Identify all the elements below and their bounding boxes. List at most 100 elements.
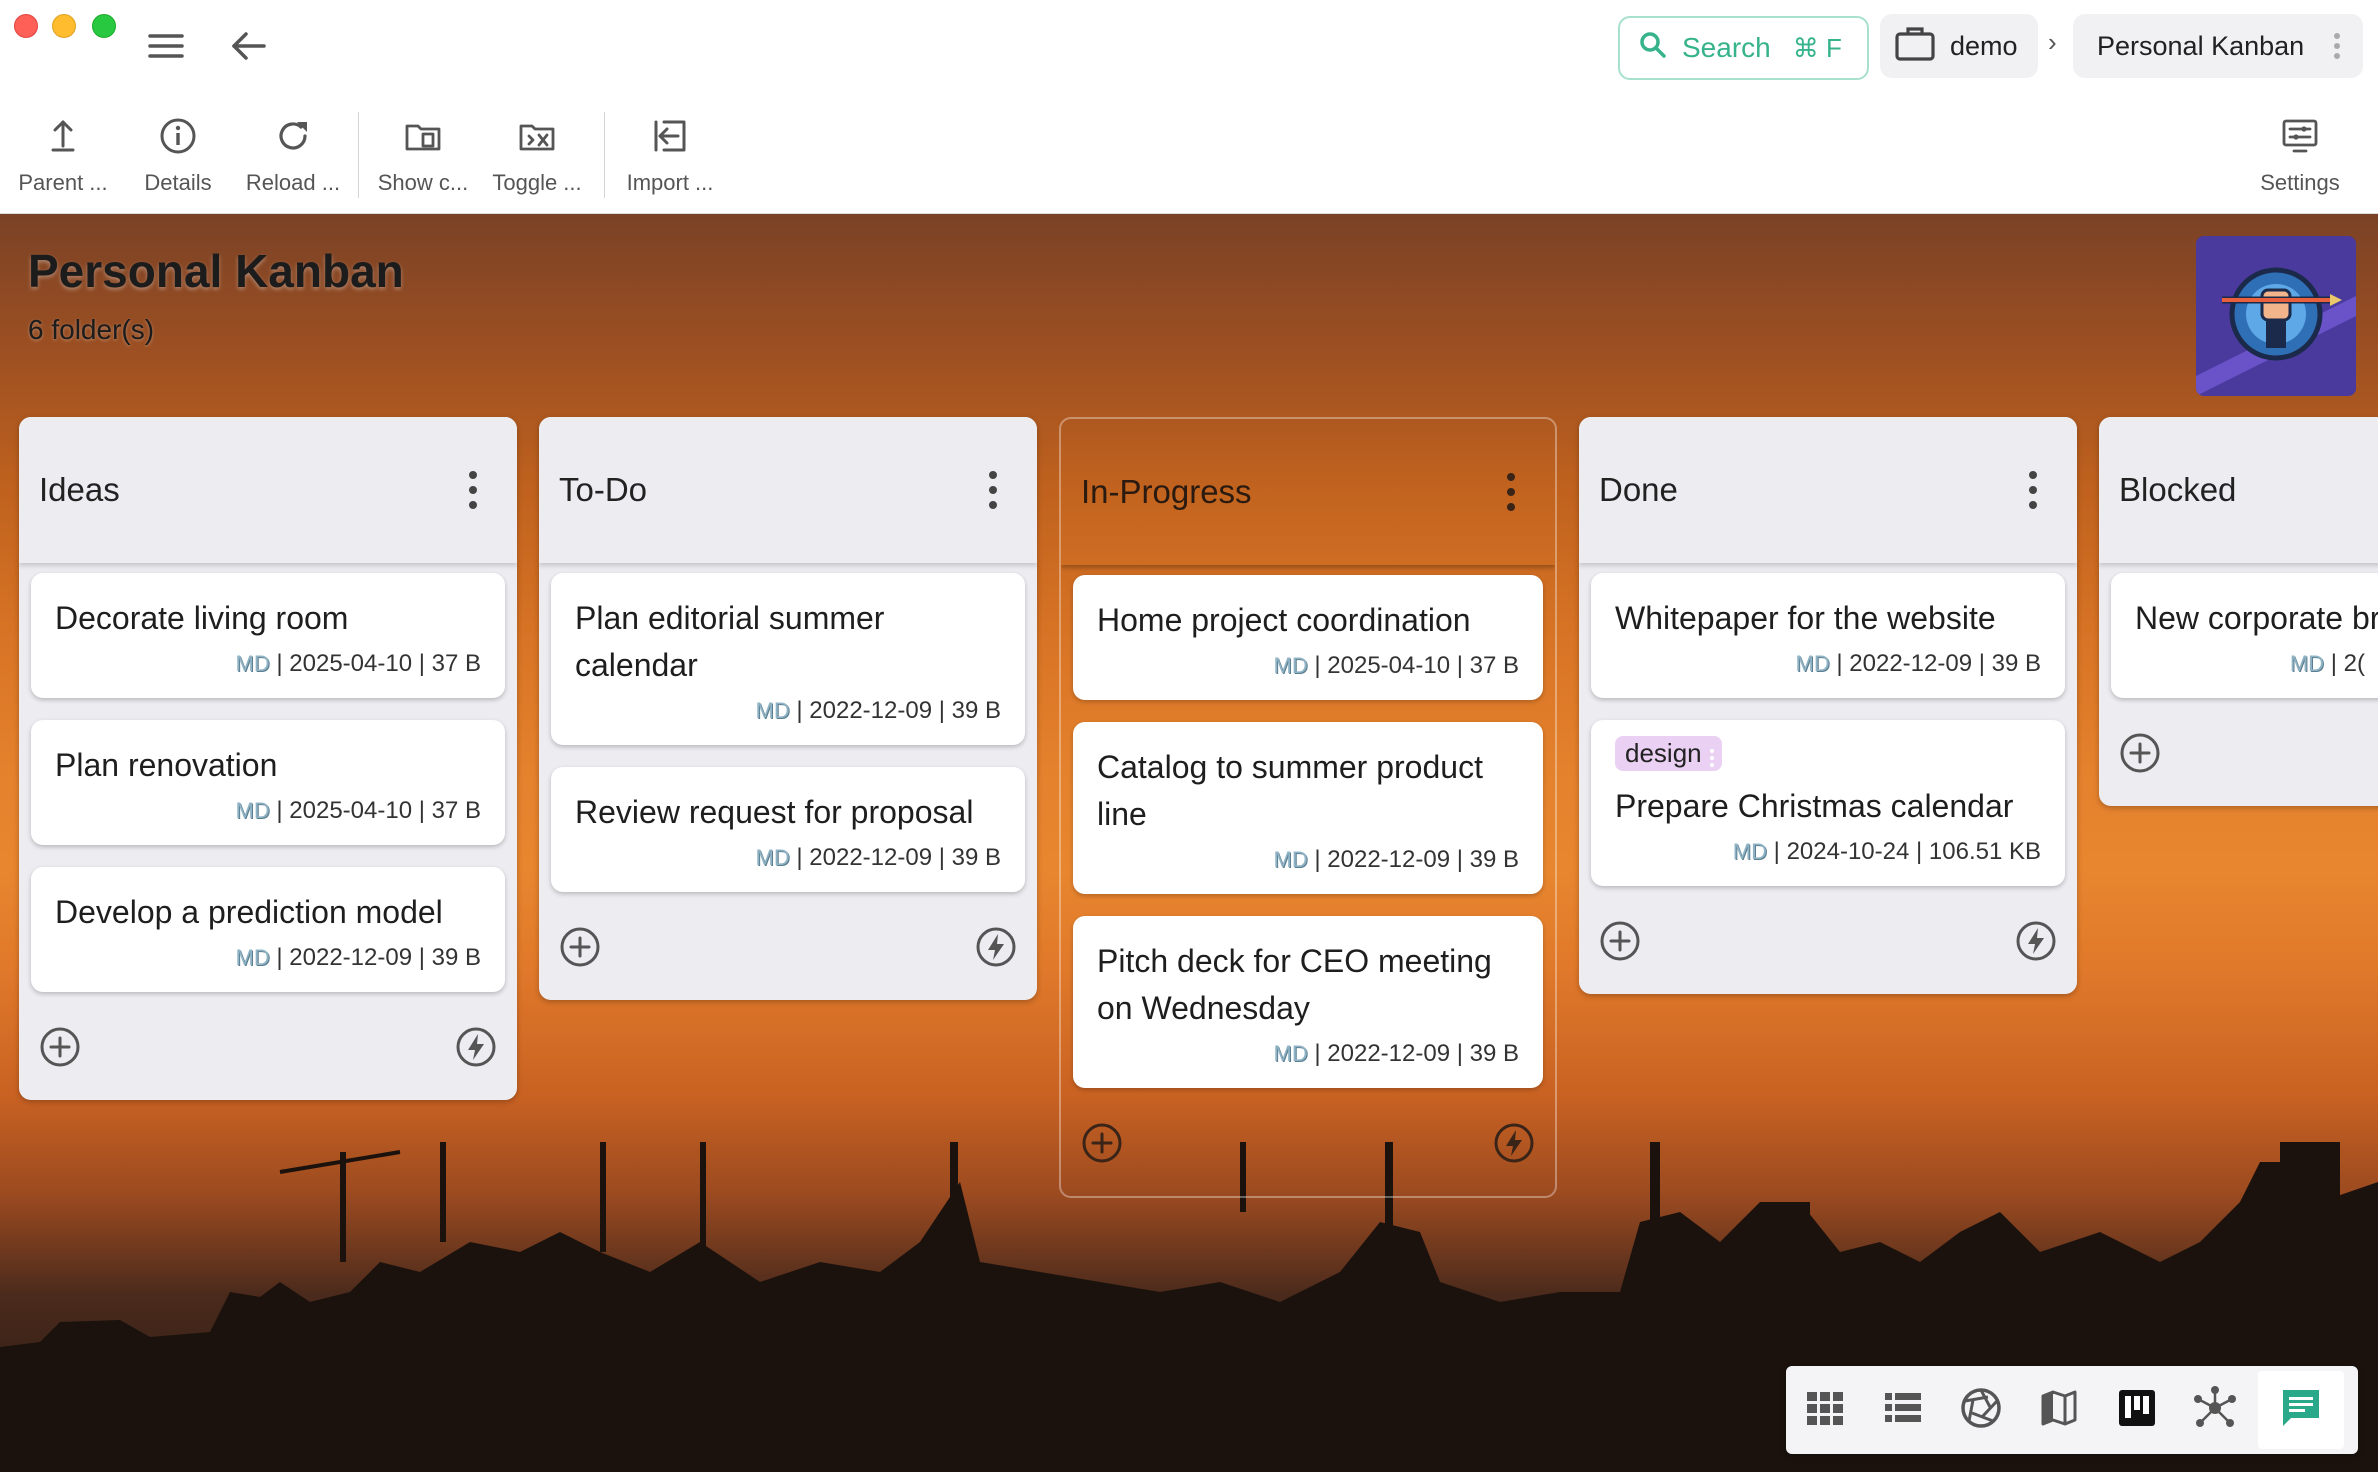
tag-chip[interactable]: design xyxy=(1615,736,1722,771)
quick-action-bolt-icon[interactable] xyxy=(975,926,1017,973)
card-meta: MD | 2022-12-09 | 39 B xyxy=(1615,650,2042,678)
column-footer xyxy=(2099,720,2378,806)
import-icon xyxy=(650,116,690,162)
close-window-button[interactable] xyxy=(14,14,38,38)
kanban-card[interactable]: Decorate living room MD | 2025-04-10 | 3… xyxy=(31,573,505,698)
show-button[interactable]: Show c... xyxy=(368,116,478,196)
column-menu-icon[interactable] xyxy=(1503,467,1519,517)
quick-action-bolt-icon[interactable] xyxy=(455,1026,497,1073)
minimize-window-button[interactable] xyxy=(52,14,76,38)
kanban-card[interactable]: Plan editorial summer calendar MD | 2022… xyxy=(551,573,1025,745)
tag-menu-icon[interactable] xyxy=(1709,744,1714,767)
search-button[interactable]: Search ⌘ F xyxy=(1618,16,1869,80)
card-date-size: | 2025-04-10 | 37 B xyxy=(269,650,481,677)
toolbar-divider xyxy=(358,112,359,198)
kanban-card[interactable]: Whitepaper for the website MD | 2022-12-… xyxy=(1591,573,2065,698)
kanban-card[interactable]: Plan renovation MD | 2025-04-10 | 37 B xyxy=(31,720,505,845)
title-bar: Search ⌘ F demo › Personal Kanban xyxy=(0,0,2378,98)
settings-button[interactable]: Settings xyxy=(2245,116,2355,196)
card-meta: MD | 2022-12-09 | 39 B xyxy=(1097,846,1520,874)
card-meta: MD | 2022-12-09 | 39 B xyxy=(575,697,1002,725)
kanban-card[interactable]: Catalog to summer product line MD | 2022… xyxy=(1073,722,1543,894)
map-view-button[interactable] xyxy=(2020,1366,2098,1454)
graph-view-icon xyxy=(2192,1385,2238,1436)
card-meta: MD | 2025-04-10 | 37 B xyxy=(55,650,482,678)
search-label: Search xyxy=(1682,32,1771,63)
info-icon xyxy=(158,116,198,162)
kanban-card[interactable]: Home project coordination MD | 2025-04-1… xyxy=(1073,575,1543,700)
file-type-badge: MD xyxy=(235,798,270,823)
column-menu-icon[interactable] xyxy=(985,465,1001,515)
file-type-badge: MD xyxy=(2289,651,2325,676)
gallery-view-button[interactable] xyxy=(1942,1366,2020,1454)
quick-action-bolt-icon[interactable] xyxy=(1493,1122,1535,1169)
column-title: Done xyxy=(1599,471,1678,508)
column-footer xyxy=(539,914,1037,1000)
kanban-card[interactable]: design Prepare Christmas calendar MD | 2… xyxy=(1591,720,2065,886)
gallery-view-icon xyxy=(1960,1387,2002,1434)
menu-icon[interactable] xyxy=(146,26,186,71)
kanban-view-icon xyxy=(2118,1389,2156,1432)
column-title: To-Do xyxy=(559,471,648,508)
column-title: Ideas xyxy=(39,471,120,508)
column-header: Blocked xyxy=(2099,417,2378,563)
card-meta: MD | 2( xyxy=(2135,650,2365,678)
details-button[interactable]: Details xyxy=(123,116,233,196)
column-footer xyxy=(1579,908,2077,994)
folder-code-icon xyxy=(517,116,557,162)
list-view-button[interactable] xyxy=(1864,1366,1942,1454)
card-meta: MD | 2024-10-24 | 106.51 KB xyxy=(1615,838,2041,866)
kanban-column-blocked: Blocked New corporate br MD | 2( xyxy=(2099,417,2378,806)
card-date-size: | 2( xyxy=(2324,650,2365,677)
briefcase-icon xyxy=(1894,24,1936,69)
column-menu-icon[interactable] xyxy=(465,465,481,515)
card-title: Decorate living room xyxy=(55,600,349,636)
card-date-size: | 2025-04-10 | 37 B xyxy=(1307,652,1519,679)
toggle-button[interactable]: Toggle ... xyxy=(482,116,592,196)
kanban-card[interactable]: Develop a prediction model MD | 2022-12-… xyxy=(31,867,505,992)
add-card-icon[interactable] xyxy=(2119,732,2161,779)
kanban-column-ideas: Ideas Decorate living room MD | 2025-04-… xyxy=(19,417,517,1100)
back-arrow-icon[interactable] xyxy=(228,26,268,71)
reload-icon xyxy=(273,116,313,162)
quick-action-bolt-icon[interactable] xyxy=(2015,920,2057,967)
reload-label: Reload ... xyxy=(245,170,341,195)
column-menu-icon[interactable] xyxy=(2025,465,2041,515)
kanban-card[interactable]: Pitch deck for CEO meeting on Wednesday … xyxy=(1073,916,1543,1088)
grid-view-button[interactable] xyxy=(1786,1366,1864,1454)
workspace-chip[interactable]: demo xyxy=(1880,14,2038,78)
folder-avatar-image xyxy=(2196,236,2356,396)
import-button[interactable]: Import ... xyxy=(615,116,725,196)
add-card-icon[interactable] xyxy=(1081,1122,1123,1169)
more-vert-icon[interactable] xyxy=(2333,32,2341,67)
add-card-icon[interactable] xyxy=(559,926,601,973)
card-date-size: | 2022-12-09 | 39 B xyxy=(1829,650,2041,677)
kanban-view-button[interactable] xyxy=(2098,1366,2176,1454)
toolbar-divider xyxy=(604,112,605,198)
add-card-icon[interactable] xyxy=(1599,920,1641,967)
chat-button[interactable] xyxy=(2258,1371,2344,1449)
graph-view-button[interactable] xyxy=(2176,1366,2254,1454)
card-date-size: | 2024-10-24 | 106.51 KB xyxy=(1767,838,2041,865)
file-type-badge: MD xyxy=(1795,651,1830,676)
folder-count: 6 folder(s) xyxy=(28,314,155,345)
column-header: Done xyxy=(1579,417,2077,563)
add-card-icon[interactable] xyxy=(39,1026,81,1073)
file-type-badge: MD xyxy=(1732,839,1767,864)
kanban-column-done: Done Whitepaper for the website MD | 202… xyxy=(1579,417,2077,994)
file-type-badge: MD xyxy=(1273,1041,1308,1066)
card-title: Develop a prediction model xyxy=(55,894,443,930)
folder-document-icon xyxy=(403,116,443,162)
parent-folder-button[interactable]: Parent ... xyxy=(8,116,118,196)
card-meta: MD | 2022-12-09 | 39 B xyxy=(1097,1040,1520,1068)
grid-view-icon xyxy=(1805,1390,1845,1431)
current-folder-chip[interactable]: Personal Kanban xyxy=(2073,14,2363,78)
page-title: Personal Kanban xyxy=(28,245,404,297)
kanban-card[interactable]: New corporate br MD | 2( xyxy=(2111,573,2378,698)
reload-button[interactable]: Reload ... xyxy=(238,116,348,196)
parent-arrow-icon xyxy=(43,116,83,162)
file-type-badge: MD xyxy=(755,845,790,870)
import-label: Import ... xyxy=(626,170,714,195)
maximize-window-button[interactable] xyxy=(92,14,116,38)
kanban-card[interactable]: Review request for proposal MD | 2022-12… xyxy=(551,767,1025,892)
